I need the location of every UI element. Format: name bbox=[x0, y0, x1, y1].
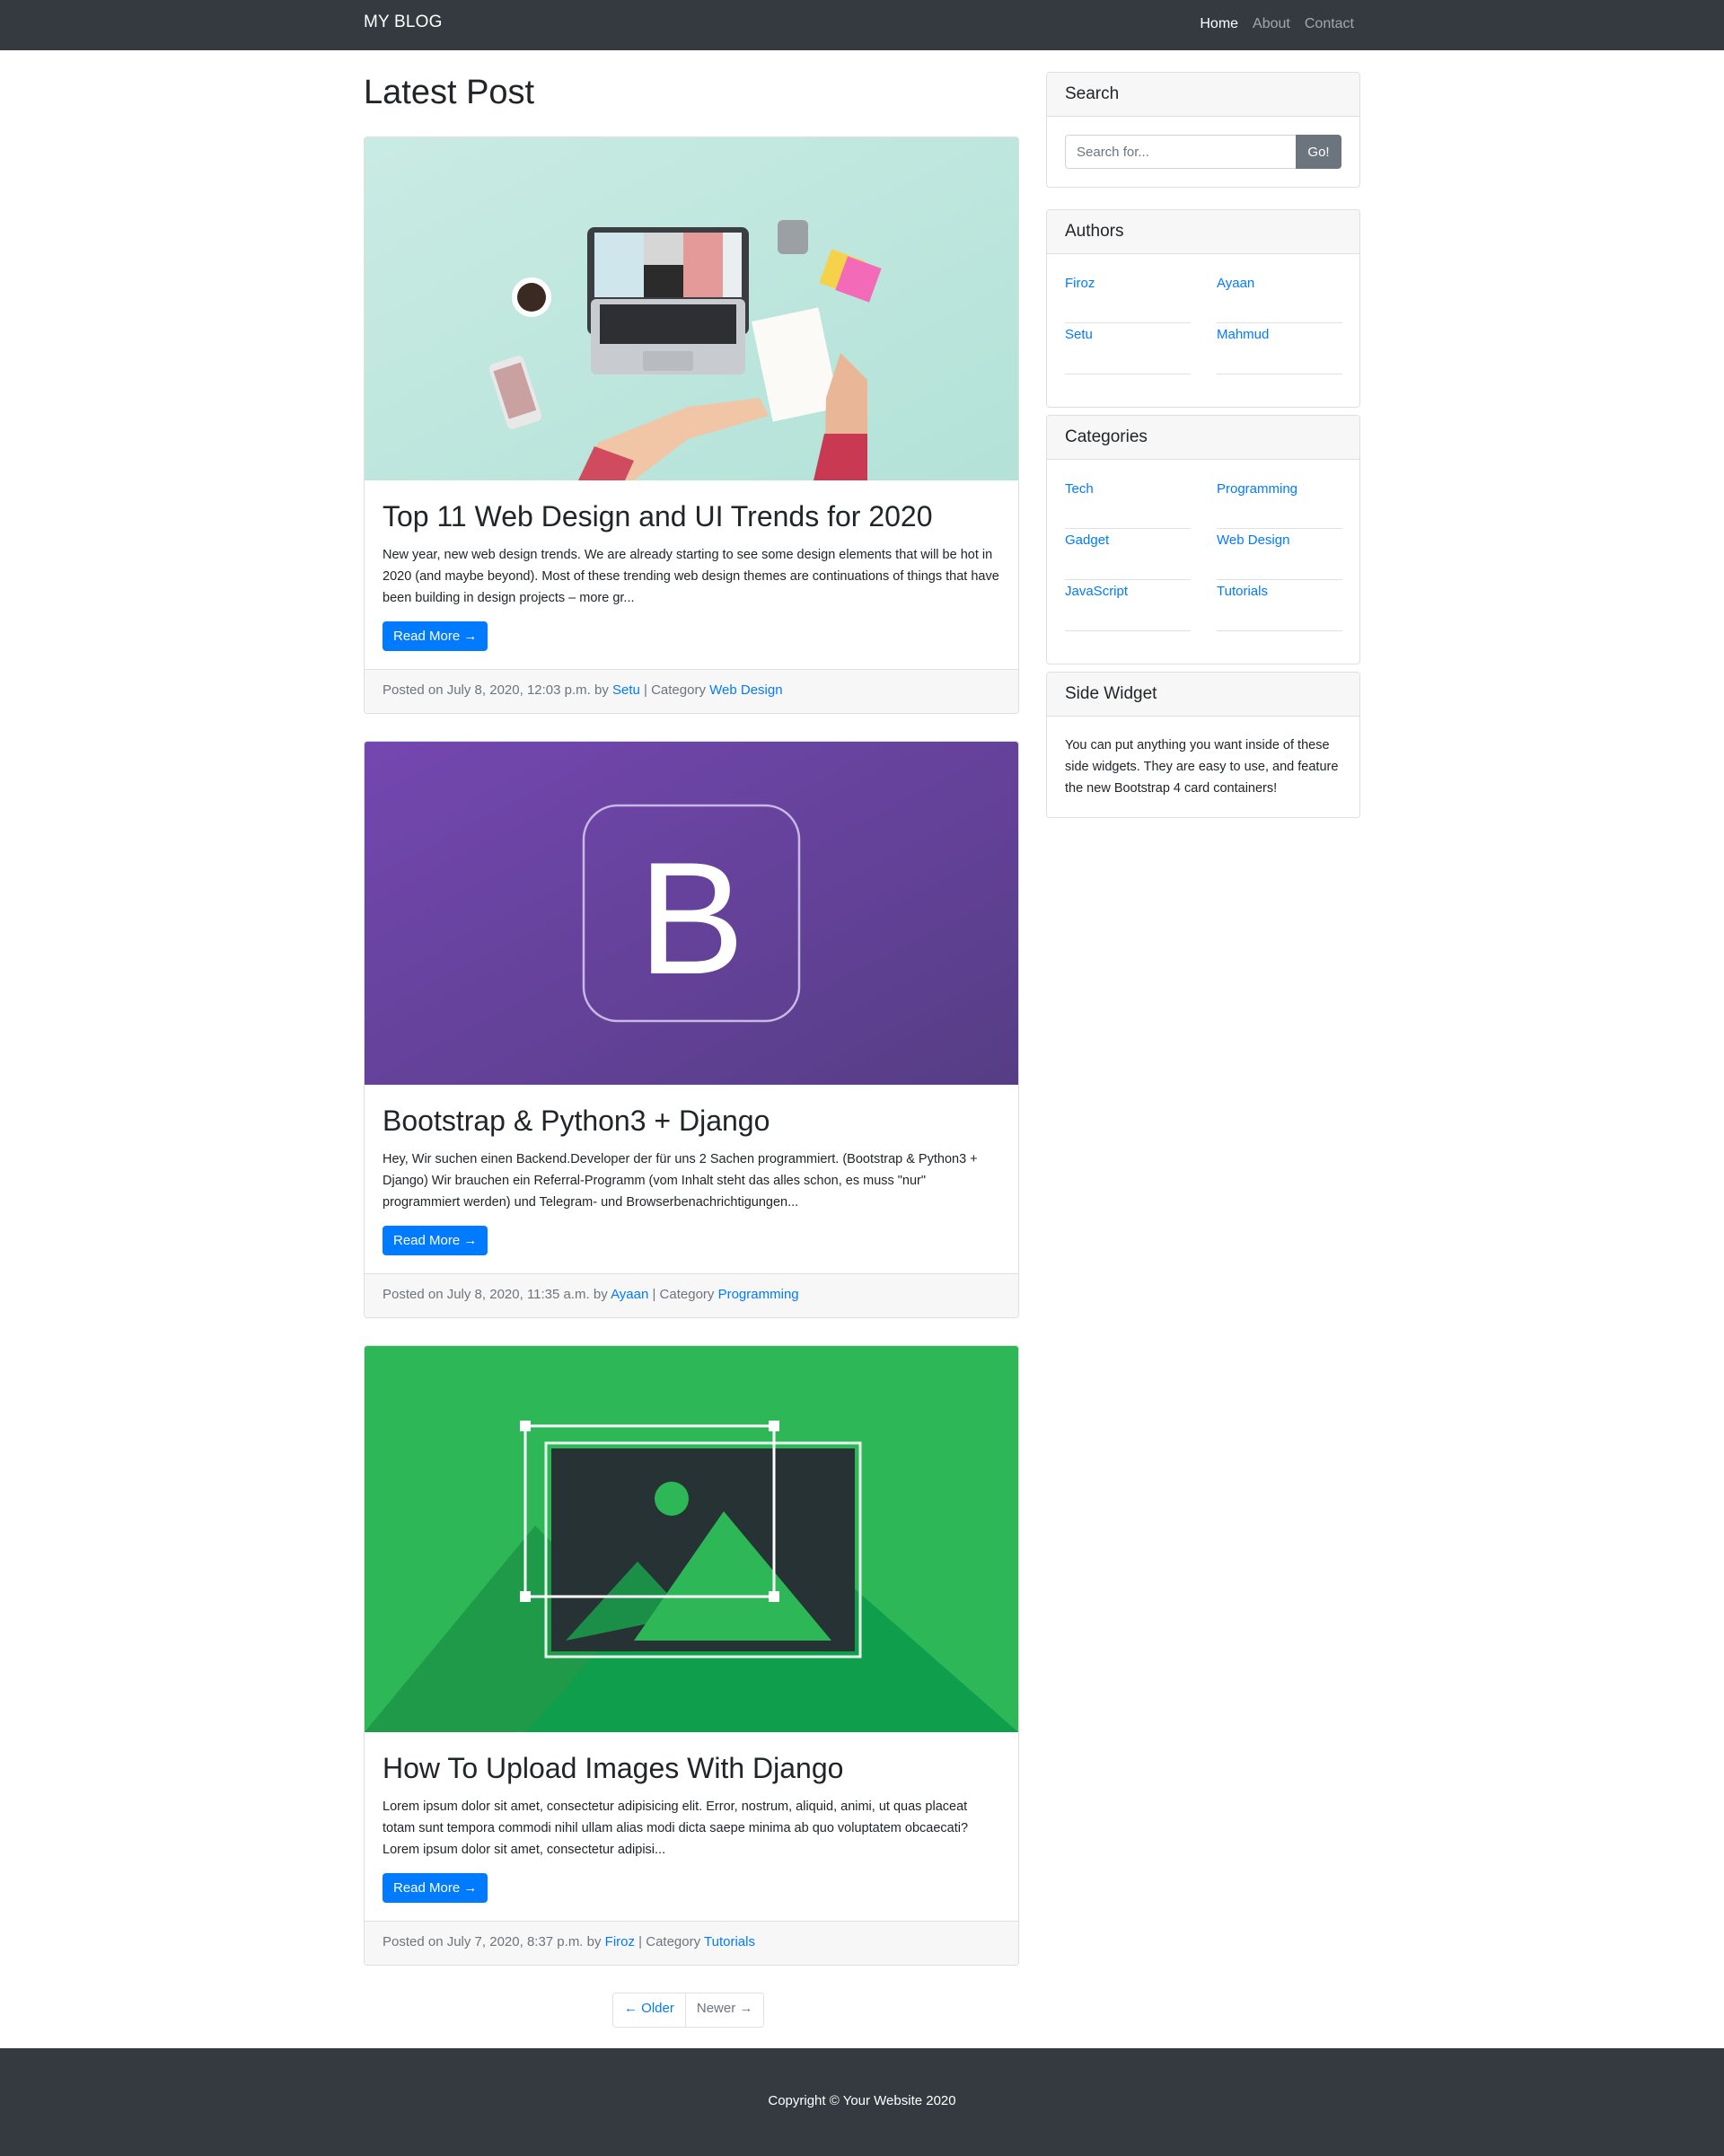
older-posts-link[interactable]: ← Older bbox=[613, 1993, 686, 2027]
post-title[interactable]: How To Upload Images With Django bbox=[383, 1752, 1000, 1785]
read-more-button[interactable]: Read More → bbox=[383, 1226, 488, 1255]
author-link-mahmud[interactable]: Mahmud bbox=[1217, 323, 1342, 374]
post-meta: Posted on July 8, 2020, 11:35 a.m. by Ay… bbox=[365, 1273, 1018, 1317]
search-widget-title: Search bbox=[1047, 73, 1359, 117]
post-author-link[interactable]: Setu bbox=[612, 682, 640, 698]
post-category-link[interactable]: Tutorials bbox=[704, 1934, 755, 1949]
post-category-link[interactable]: Web Design bbox=[709, 682, 782, 698]
post-meta: Posted on July 7, 2020, 8:37 p.m. by Fir… bbox=[365, 1921, 1018, 1965]
post-category-link[interactable]: Programming bbox=[718, 1287, 799, 1302]
post-body: How To Upload Images With Django Lorem i… bbox=[365, 1732, 1018, 1921]
read-more-button[interactable]: Read More → bbox=[383, 1873, 488, 1903]
side-widget: Side Widget You can put anything you wan… bbox=[1046, 672, 1360, 818]
post-title[interactable]: Top 11 Web Design and UI Trends for 2020 bbox=[383, 500, 1000, 533]
category-link-tutorials[interactable]: Tutorials bbox=[1217, 580, 1342, 631]
post-date: Posted on July 8, 2020, 12:03 p.m. by bbox=[383, 682, 612, 698]
post-card: Top 11 Web Design and UI Trends for 2020… bbox=[364, 136, 1019, 714]
read-more-button[interactable]: Read More → bbox=[383, 621, 488, 651]
post-body: Top 11 Web Design and UI Trends for 2020… bbox=[365, 480, 1018, 669]
footer: Copyright © Your Website 2020 bbox=[0, 2048, 1724, 2156]
post-author-link[interactable]: Firoz bbox=[605, 1934, 635, 1949]
post-excerpt: Lorem ipsum dolor sit amet, consectetur … bbox=[383, 1800, 969, 1857]
post-category-label: | Category bbox=[639, 682, 710, 698]
post-date: Posted on July 7, 2020, 8:37 p.m. by bbox=[383, 1934, 605, 1949]
authors-widget: Authors Firoz Ayaan Setu Mahmud bbox=[1046, 209, 1360, 408]
author-link-setu[interactable]: Setu bbox=[1065, 323, 1191, 374]
nav-link-home[interactable]: Home bbox=[1200, 16, 1238, 32]
post-author-link[interactable]: Ayaan bbox=[611, 1287, 648, 1302]
authors-widget-title: Authors bbox=[1047, 210, 1359, 254]
categories-widget-title: Categories bbox=[1047, 416, 1359, 460]
side-widget-text: You can put anything you want inside of … bbox=[1065, 738, 1339, 796]
post-excerpt: New year, new web design trends. We are … bbox=[383, 548, 999, 605]
post-title[interactable]: Bootstrap & Python3 + Django bbox=[383, 1104, 1000, 1138]
category-link-javascript[interactable]: JavaScript bbox=[1065, 580, 1191, 631]
category-link-web-design[interactable]: Web Design bbox=[1217, 529, 1342, 580]
post-card: B Bootstrap & Python3 + Django Hey, Wir … bbox=[364, 741, 1019, 1318]
side-widget-title: Side Widget bbox=[1047, 673, 1359, 717]
category-link-tech[interactable]: Tech bbox=[1065, 478, 1191, 529]
post-meta: Posted on July 8, 2020, 12:03 p.m. by Se… bbox=[365, 669, 1018, 713]
author-link-firoz[interactable]: Firoz bbox=[1065, 272, 1191, 323]
nav-link-contact[interactable]: Contact bbox=[1305, 16, 1354, 32]
categories-widget: Categories Tech Programming Gadget Web D… bbox=[1046, 415, 1360, 664]
post-category-label: | Category bbox=[648, 1287, 718, 1302]
page-title: Latest Post bbox=[364, 74, 535, 111]
search-input[interactable] bbox=[1065, 135, 1296, 169]
nav-links: Home About Contact bbox=[1200, 16, 1354, 32]
search-go-button[interactable]: Go! bbox=[1296, 135, 1341, 169]
category-link-programming[interactable]: Programming bbox=[1217, 478, 1342, 529]
post-image-workspace[interactable] bbox=[365, 137, 1018, 480]
post-image-upload[interactable] bbox=[365, 1346, 1018, 1732]
post-category-label: | Category bbox=[635, 1934, 704, 1949]
post-body: Bootstrap & Python3 + Django Hey, Wir su… bbox=[365, 1085, 1018, 1273]
newer-posts-link[interactable]: Newer → bbox=[686, 1993, 764, 2027]
post-image-bootstrap[interactable]: B bbox=[365, 742, 1018, 1085]
post-date: Posted on July 8, 2020, 11:35 a.m. by bbox=[383, 1287, 611, 1302]
post-excerpt: Hey, Wir suchen einen Backend.Developer … bbox=[383, 1152, 978, 1210]
search-widget: Search Go! bbox=[1046, 72, 1360, 188]
author-link-ayaan[interactable]: Ayaan bbox=[1217, 272, 1342, 323]
navbar: MY BLOG Home About Contact bbox=[0, 0, 1724, 50]
nav-link-about[interactable]: About bbox=[1253, 16, 1290, 32]
pagination: ← Older Newer → bbox=[612, 1993, 765, 2028]
brand-link[interactable]: MY BLOG bbox=[364, 13, 443, 32]
post-card: How To Upload Images With Django Lorem i… bbox=[364, 1345, 1019, 1966]
svg-text:B: B bbox=[638, 829, 745, 1008]
copyright-text: Copyright © Your Website 2020 bbox=[768, 2093, 956, 2108]
category-link-gadget[interactable]: Gadget bbox=[1065, 529, 1191, 580]
